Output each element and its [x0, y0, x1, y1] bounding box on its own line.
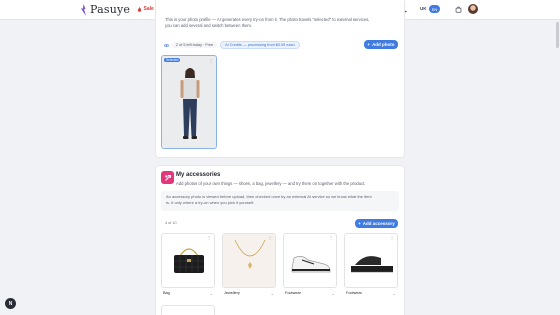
sneaker-image — [291, 256, 331, 273]
selected-badge: Selected — [164, 58, 181, 62]
profile-photo-image — [162, 56, 216, 148]
plus-icon: + — [358, 221, 361, 226]
sale-label: Sale — [143, 6, 154, 12]
accessory-name: Bag — [163, 291, 170, 295]
chevron-down-icon: ⌄ — [270, 291, 274, 296]
add-photo-button[interactable]: + Add photo — [364, 40, 398, 49]
accessory-name: Jewellery — [224, 291, 240, 295]
add-photo-label: Add photo — [372, 42, 395, 47]
accessory-label-jewellery[interactable]: Jewellery ⌄ — [222, 291, 276, 296]
accessory-name: Footwear — [346, 291, 362, 295]
tries-left-pill: 2 of 5 left today · Free — [172, 42, 218, 48]
chevron-down-icon: ⌄ — [209, 291, 213, 296]
plus-icon: + — [367, 42, 371, 47]
credits-text: AI Credits — processing from $0.05 each — [225, 43, 295, 47]
brand-logo[interactable]: Pasuye — [80, 3, 130, 16]
chevron-down-icon: ⌄ — [392, 291, 396, 296]
accessories-note-line-2: is. It only where a try-on when you pick… — [166, 200, 255, 205]
accessory-menu-icon[interactable]: ⋮ — [329, 235, 333, 240]
accessory-label-footwear-1[interactable]: Footwear ⌄ — [283, 291, 337, 296]
link-icon — [164, 43, 169, 47]
necklace-image — [223, 234, 275, 287]
photo-intro-line-2: you can add several and switch between t… — [165, 23, 253, 28]
credits-pill: AI Credits — processing from $0.05 each — [220, 41, 300, 49]
accessories-icon — [161, 171, 174, 184]
accessories-info-note: An accessory photo is viewed before uplo… — [161, 191, 399, 211]
brand-name: Pasuye — [90, 3, 131, 16]
photo-status-row: 2 of 5 left today · Free AI Credits — pr… — [164, 41, 300, 49]
page-scrollbar[interactable] — [556, 22, 559, 48]
photo-profile-card: This is your photo profile — AI generate… — [155, 0, 405, 158]
accessory-tile-partial[interactable] — [161, 305, 215, 315]
accessories-count: 4 of 10 — [165, 221, 177, 225]
accessories-subtitle: Add photos of your own things — shoes, a… — [176, 181, 366, 186]
accessory-menu-icon[interactable]: ⋮ — [268, 235, 272, 240]
brand-mark-icon — [81, 3, 86, 16]
accessory-tile-jewellery[interactable]: ⋮ — [222, 233, 276, 288]
accessory-menu-icon[interactable]: ⋮ — [207, 235, 211, 240]
accessory-menu-icon[interactable]: ⋮ — [390, 235, 394, 240]
floating-help-button[interactable]: N — [5, 298, 16, 309]
sale-link[interactable]: Sale — [137, 6, 154, 12]
profile-photo-tile[interactable]: Selected ⋮ — [161, 55, 217, 149]
bag-image — [174, 248, 204, 273]
shopping-bag-icon[interactable] — [455, 6, 462, 13]
accessories-card: My accessories Add photos of your own th… — [155, 165, 405, 315]
add-accessory-button[interactable]: + Add accessory — [355, 219, 398, 228]
accessory-tile-footwear-sneaker[interactable]: ⋮ — [283, 233, 337, 288]
language-toggle[interactable]: EN — [429, 5, 440, 13]
accessory-tile-bag[interactable]: ⋮ — [161, 233, 215, 288]
accessory-label-bag[interactable]: Bag ⌄ — [161, 291, 215, 296]
chevron-down-icon: ⌄ — [331, 291, 335, 296]
flame-icon — [137, 6, 142, 12]
user-avatar[interactable] — [468, 4, 478, 14]
accessory-label-footwear-2[interactable]: Footwear ⌄ — [344, 291, 398, 296]
tries-left-text: 2 of 5 left today · Free — [176, 43, 214, 47]
language-label[interactable]: UK — [420, 6, 427, 11]
accessories-title: My accessories — [176, 172, 221, 178]
photo-menu-icon[interactable]: ⋮ — [209, 58, 213, 63]
accessory-name: Footwear — [285, 291, 301, 295]
add-accessory-label: Add accessory — [362, 221, 395, 226]
accessory-tile-footwear-slide[interactable]: ⋮ — [344, 233, 398, 288]
slide-sandal-image — [351, 256, 393, 273]
